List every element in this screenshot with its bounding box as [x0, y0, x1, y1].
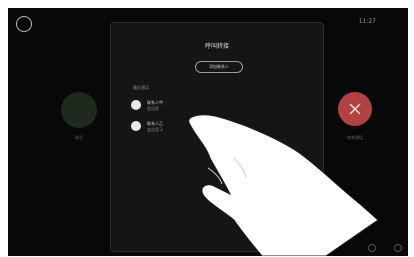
- pointing-hand-icon: [188, 114, 379, 256]
- device-screen: 11:27 静音 结束通话 呼叫转接 添加联系人 最近通话 联系人甲 会议室 联…: [8, 8, 408, 256]
